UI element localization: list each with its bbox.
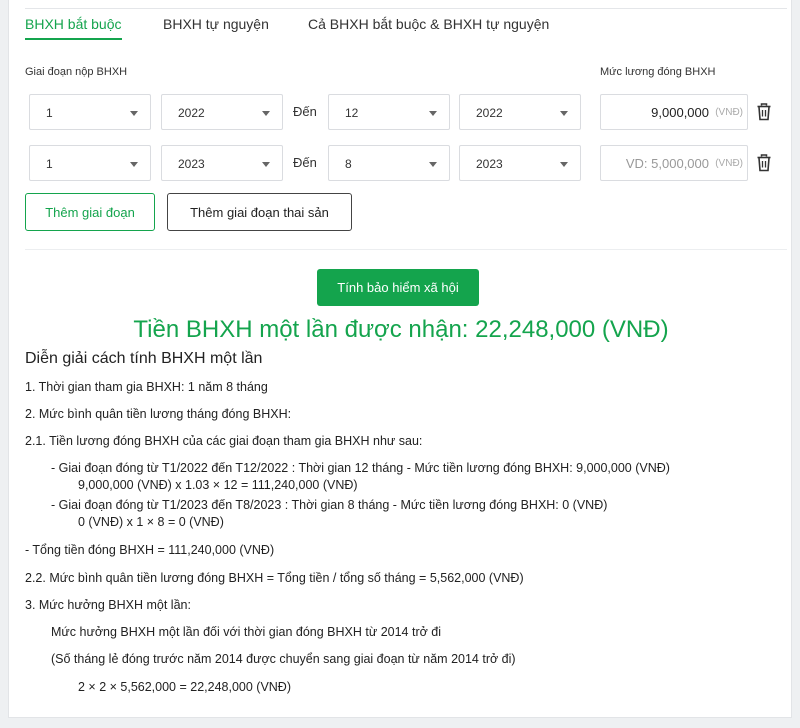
row2-from-month-select[interactable]: 1 — [29, 145, 151, 181]
period-label: Giai đoạn nộp BHXH — [25, 66, 128, 78]
explanation-line: 2 × 2 × 5,562,000 = 22,248,000 (VNĐ) — [78, 680, 292, 694]
tab-both-label: Cả BHXH bắt buộc & BHXH tự nguyện — [308, 16, 550, 32]
chevron-down-icon — [429, 162, 437, 167]
tab-mandatory[interactable]: BHXH bắt buộc — [25, 16, 122, 40]
row2-to-month-value: 8 — [345, 157, 352, 171]
row2-to-year-select[interactable]: 2023 — [459, 145, 581, 181]
explanation-line: 1. Thời gian tham gia BHXH: 1 năm 8 thán… — [25, 380, 268, 394]
explanation-line: - Giai đoạn đóng từ T1/2023 đến T8/2023 … — [51, 498, 608, 512]
salary-label: Mức lương đóng BHXH — [600, 66, 716, 78]
add-maternity-label: Thêm giai đoạn thai sản — [190, 204, 329, 220]
tab-voluntary[interactable]: BHXH tự nguyện — [163, 16, 269, 32]
section-divider — [25, 249, 787, 250]
row1-to-year-value: 2022 — [476, 106, 503, 120]
chevron-down-icon — [560, 162, 568, 167]
row2-to-label: Đến — [293, 155, 317, 170]
row2-from-year-value: 2023 — [178, 157, 205, 171]
row2-salary-placeholder: VD: 5,000,000 — [625, 156, 709, 171]
tab-voluntary-label: BHXH tự nguyện — [163, 16, 269, 32]
explanation-line: (Số tháng lẻ đóng trước năm 2014 được ch… — [51, 652, 516, 666]
row1-from-month-select[interactable]: 1 — [29, 94, 151, 130]
chevron-down-icon — [560, 111, 568, 116]
row1-from-year-value: 2022 — [178, 106, 205, 120]
row1-from-month-value: 1 — [46, 106, 53, 120]
row1-salary-value: 9,000,000 — [651, 105, 709, 120]
explanation-line: 2. Mức bình quân tiền lương tháng đóng B… — [25, 407, 292, 421]
row1-from-year-select[interactable]: 2022 — [161, 94, 283, 130]
calculate-button[interactable]: Tính bảo hiểm xã hội — [317, 269, 479, 306]
explanation-line: - Tổng tiền đóng BHXH = 111,240,000 (VNĐ… — [25, 543, 275, 557]
explanation-line: 2.1. Tiền lương đóng BHXH của các giai đ… — [25, 434, 423, 448]
row1-to-label: Đến — [293, 104, 317, 119]
add-period-label: Thêm giai đoạn — [45, 204, 135, 220]
chevron-down-icon — [130, 162, 138, 167]
row2-to-year-value: 2023 — [476, 157, 503, 171]
explanation-line: 3. Mức hưởng BHXH một lần: — [25, 598, 191, 612]
row1-to-year-select[interactable]: 2022 — [459, 94, 581, 130]
active-tab-underline — [25, 38, 122, 40]
trash-icon[interactable] — [756, 154, 772, 172]
tab-both[interactable]: Cả BHXH bắt buộc & BHXH tự nguyện — [308, 16, 549, 32]
explanation-line: 2.2. Mức bình quân tiền lương đóng BHXH … — [25, 571, 524, 585]
result-headline: Tiền BHXH một lần được nhận: 22,248,000 … — [133, 316, 669, 343]
top-divider — [25, 8, 787, 9]
tab-mandatory-label: BHXH bắt buộc — [25, 16, 122, 32]
row2-to-month-select[interactable]: 8 — [328, 145, 450, 181]
explanation-title: Diễn giải cách tính BHXH một lần — [25, 350, 263, 367]
calculate-label: Tính bảo hiểm xã hội — [337, 280, 459, 295]
add-maternity-period-button[interactable]: Thêm giai đoạn thai sản — [167, 193, 352, 231]
row2-salary-input[interactable]: VD: 5,000,000 (VNĐ) — [600, 145, 748, 181]
row2-from-year-select[interactable]: 2023 — [161, 145, 283, 181]
explanation-line: - Giai đoạn đóng từ T1/2022 đến T12/2022… — [51, 461, 670, 475]
trash-icon[interactable] — [756, 103, 772, 121]
add-period-button[interactable]: Thêm giai đoạn — [25, 193, 155, 231]
calculator-card: BHXH bắt buộc BHXH tự nguyện Cả BHXH bắt… — [8, 0, 792, 718]
explanation-line: Mức hưởng BHXH một lần đối với thời gian… — [51, 625, 442, 639]
chevron-down-icon — [130, 111, 138, 116]
explanation-line: 0 (VNĐ) x 1 × 8 = 0 (VNĐ) — [78, 515, 224, 529]
explanation-line: 9,000,000 (VNĐ) x 1.03 × 12 = 111,240,00… — [78, 478, 358, 492]
row2-salary-unit: (VNĐ) — [715, 158, 743, 169]
row1-to-month-select[interactable]: 12 — [328, 94, 450, 130]
chevron-down-icon — [262, 111, 270, 116]
chevron-down-icon — [429, 111, 437, 116]
row1-to-month-value: 12 — [345, 106, 359, 120]
row2-from-month-value: 1 — [46, 157, 53, 171]
row1-salary-unit: (VNĐ) — [715, 107, 743, 118]
row1-salary-input[interactable]: 9,000,000 (VNĐ) — [600, 94, 748, 130]
chevron-down-icon — [262, 162, 270, 167]
